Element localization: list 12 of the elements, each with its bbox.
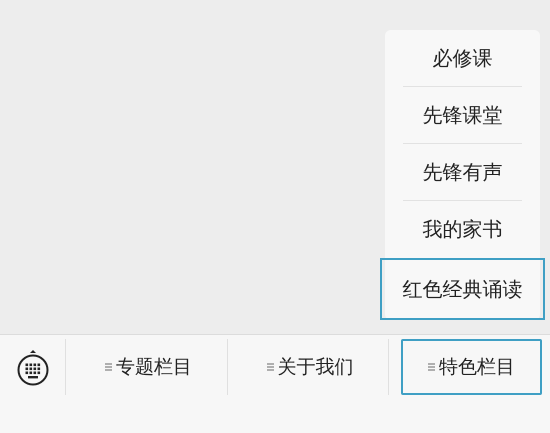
menu-tab[interactable]: 专题栏目 (78, 339, 219, 395)
submenu-item[interactable]: 先锋有声 (385, 144, 540, 201)
submenu-item[interactable]: 红色经典诵读 (380, 258, 545, 320)
keyboard-icon[interactable] (16, 348, 50, 386)
submenu-item[interactable]: 先锋课堂 (385, 87, 540, 144)
submenu-item[interactable]: 必修课 (385, 30, 540, 87)
menu-icon (266, 363, 274, 371)
menu-icon (428, 363, 436, 371)
submenu-item[interactable]: 我的家书 (385, 201, 540, 258)
menu-tab[interactable]: 特色栏目 (401, 339, 542, 395)
menu-tab[interactable]: 关于我们 (240, 339, 380, 395)
menu-icon (104, 363, 112, 371)
